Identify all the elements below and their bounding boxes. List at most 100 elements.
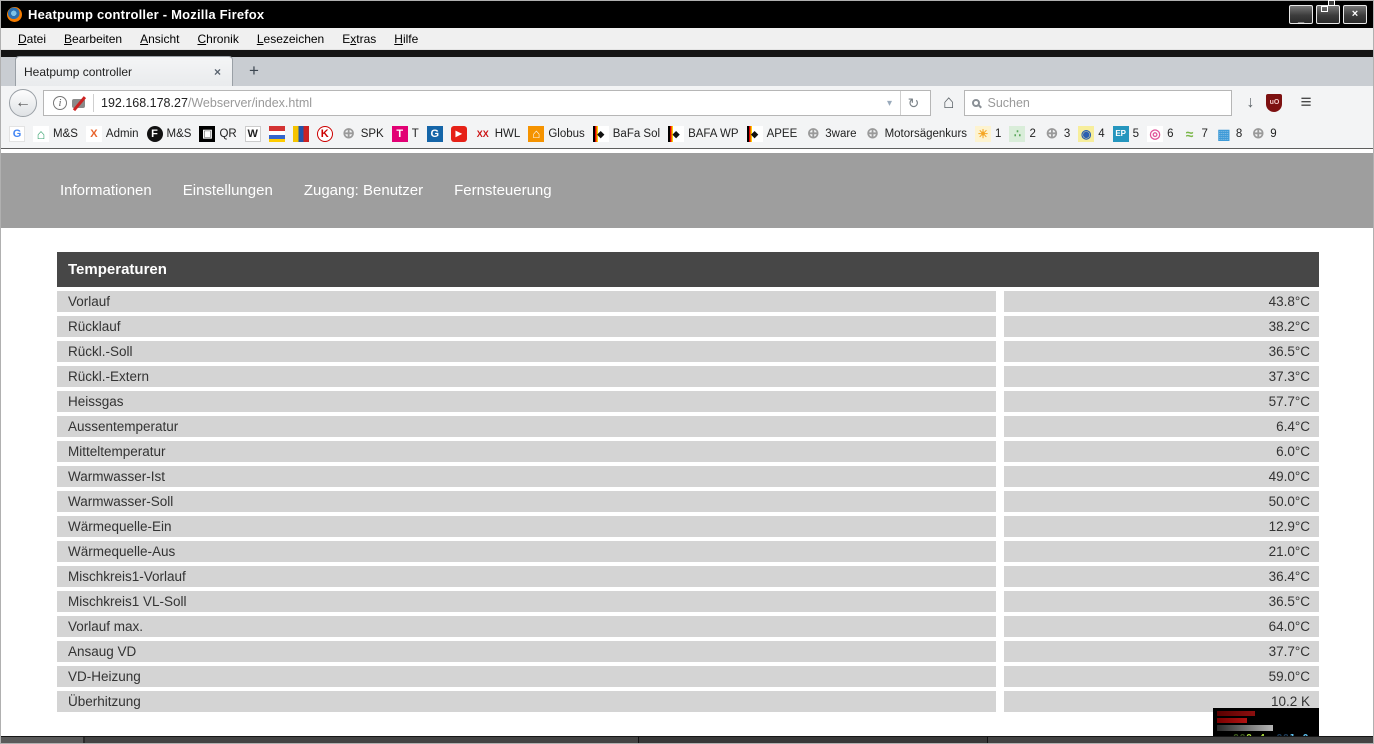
row-value: 43.8°C: [1004, 291, 1319, 312]
reload-button[interactable]: ↻: [900, 91, 926, 115]
restore-button[interactable]: [1316, 5, 1340, 24]
new-tab-button[interactable]: +: [241, 59, 267, 83]
bookmark-label: 3: [1064, 128, 1070, 140]
bookmark-icon: X: [86, 126, 102, 142]
home-button[interactable]: ⌂: [943, 92, 954, 114]
page-nav-link[interactable]: Zugang: Benutzer: [304, 182, 423, 199]
bookmark-label: Globus: [548, 128, 584, 140]
bookmark-label: 7: [1201, 128, 1207, 140]
bookmark-item[interactable]: ⊕ 9: [1246, 124, 1280, 144]
bookmark-item[interactable]: ▶: [447, 124, 471, 144]
bookmark-item[interactable]: ◆ APEE: [743, 124, 802, 144]
bookmark-label: 5: [1133, 128, 1139, 140]
bookmark-item[interactable]: ∴ 2: [1005, 124, 1039, 144]
bookmark-item[interactable]: ⊕ SPK: [337, 124, 388, 144]
bookmark-item[interactable]: ⊕ 3ware: [801, 124, 860, 144]
window-title: Heatpump controller - Mozilla Firefox: [28, 7, 264, 22]
bookmark-item[interactable]: ▣ QR: [195, 124, 240, 144]
bookmark-item[interactable]: W: [241, 124, 265, 144]
table-row: Warmwasser-Ist 49.0°C: [57, 466, 1319, 487]
tab-heatpump-controller[interactable]: Heatpump controller ×: [15, 56, 233, 86]
tab-close-icon[interactable]: ×: [211, 65, 224, 79]
bookmark-icon: ⊕: [805, 126, 821, 142]
bookmark-icon: T: [392, 126, 408, 142]
bookmark-item[interactable]: ◆ BAFA WP: [664, 124, 743, 144]
bookmark-label: Admin: [106, 128, 139, 140]
menubar-item[interactable]: Extras: [333, 29, 385, 49]
bookmark-item[interactable]: XX HWL: [471, 124, 525, 144]
bookmark-item[interactable]: EP 5: [1109, 124, 1143, 144]
close-button[interactable]: ×: [1343, 5, 1367, 24]
bookmark-icon: ⊕: [1250, 126, 1266, 142]
bookmark-label: 9: [1270, 128, 1276, 140]
bookmark-item[interactable]: X Admin: [82, 124, 143, 144]
bookmark-item[interactable]: ≈ 7: [1177, 124, 1211, 144]
bookmark-item[interactable]: G: [5, 124, 29, 144]
menubar-item[interactable]: Chronik: [188, 29, 247, 49]
page-nav-link[interactable]: Informationen: [60, 182, 152, 199]
row-value: 49.0°C: [1004, 466, 1319, 487]
url-path-text: /Webserver/index.html: [188, 96, 312, 110]
bookmark-item[interactable]: ▦ 8: [1212, 124, 1246, 144]
bookmark-item[interactable]: ⊕ Motorsägenkurs: [861, 124, 971, 144]
bookmark-icon: ∴: [1009, 126, 1025, 142]
bookmark-item[interactable]: F M&S: [143, 124, 196, 144]
bookmark-icon: K: [317, 126, 333, 142]
bookmark-icon: ⊕: [865, 126, 881, 142]
plugin-blocked-icon[interactable]: [72, 97, 87, 110]
bookmark-item[interactable]: T T: [388, 124, 423, 144]
bookmark-item[interactable]: ⌂ Globus: [524, 124, 588, 144]
row-value: 36.5°C: [1004, 591, 1319, 612]
search-icon: [972, 99, 980, 107]
menubar-item[interactable]: Hilfe: [385, 29, 427, 49]
page-nav-link[interactable]: Fernsteuerung: [454, 182, 552, 199]
bookmark-icon: G: [9, 126, 25, 142]
row-value: 21.0°C: [1004, 541, 1319, 562]
menubar-item[interactable]: Bearbeiten: [55, 29, 131, 49]
bookmark-item[interactable]: [289, 124, 313, 144]
bookmark-item[interactable]: ◆ BaFa Sol: [589, 124, 664, 144]
bookmark-icon: ⌂: [528, 126, 544, 142]
row-label: Warmwasser-Soll: [57, 491, 996, 512]
ublock-icon[interactable]: uO: [1266, 94, 1282, 112]
window-titlebar: Heatpump controller - Mozilla Firefox _ …: [1, 1, 1373, 28]
menubar-item[interactable]: Ansicht: [131, 29, 188, 49]
bookmark-item[interactable]: ⌂ M&S: [29, 124, 82, 144]
page-nav-menu: Informationen Einstellungen Zugang: Benu…: [1, 153, 1373, 228]
bookmark-item[interactable]: ☀ 1: [971, 124, 1005, 144]
bookmark-item[interactable]: ◉ 4: [1074, 124, 1108, 144]
bookmark-label: 8: [1236, 128, 1242, 140]
search-input[interactable]: Suchen: [964, 90, 1232, 116]
bookmark-icon: ◆: [593, 126, 609, 142]
taskbar-edge[interactable]: [1, 736, 1373, 743]
menu-hamburger-icon[interactable]: ≡: [1300, 92, 1311, 114]
site-info-icon[interactable]: i: [53, 96, 67, 110]
bookmark-item[interactable]: K: [313, 124, 337, 144]
monitor-bar-red: [1217, 718, 1247, 723]
bookmark-item[interactable]: G: [423, 124, 447, 144]
bookmark-icon: XX: [475, 126, 491, 142]
table-row: Aussentemperatur 6.4°C: [57, 416, 1319, 437]
bookmark-item[interactable]: ⊕ 3: [1040, 124, 1074, 144]
row-label: Vorlauf: [57, 291, 996, 312]
bookmark-label: APEE: [767, 128, 798, 140]
downloads-button[interactable]: ↓: [1246, 94, 1254, 112]
table-row: Vorlauf max. 64.0°C: [57, 616, 1319, 637]
url-bar[interactable]: i 192.168.178.27/Webserver/index.html ▾ …: [43, 90, 931, 116]
page-nav-link[interactable]: Einstellungen: [183, 182, 273, 199]
url-dropdown-icon[interactable]: ▾: [879, 98, 900, 109]
back-button[interactable]: ←: [9, 89, 37, 117]
row-value: 59.0°C: [1004, 666, 1319, 687]
menubar-item[interactable]: Datei: [9, 29, 55, 49]
minimize-button[interactable]: _: [1289, 5, 1313, 24]
bookmark-icon: EP: [1113, 126, 1129, 142]
menubar: Datei Bearbeiten Ansicht Chronik Lesezei…: [1, 28, 1373, 50]
taskbar-segment[interactable]: [1, 737, 85, 743]
temperature-table: Temperaturen Vorlauf 43.8°C Rücklauf 38.…: [57, 252, 1319, 716]
bookmark-item[interactable]: ◎ 6: [1143, 124, 1177, 144]
bookmark-label: M&S: [53, 128, 78, 140]
bookmark-label: SPK: [361, 128, 384, 140]
menubar-item[interactable]: Lesezeichen: [248, 29, 333, 49]
table-header: Temperaturen: [57, 252, 1319, 287]
bookmark-item[interactable]: [265, 124, 289, 144]
